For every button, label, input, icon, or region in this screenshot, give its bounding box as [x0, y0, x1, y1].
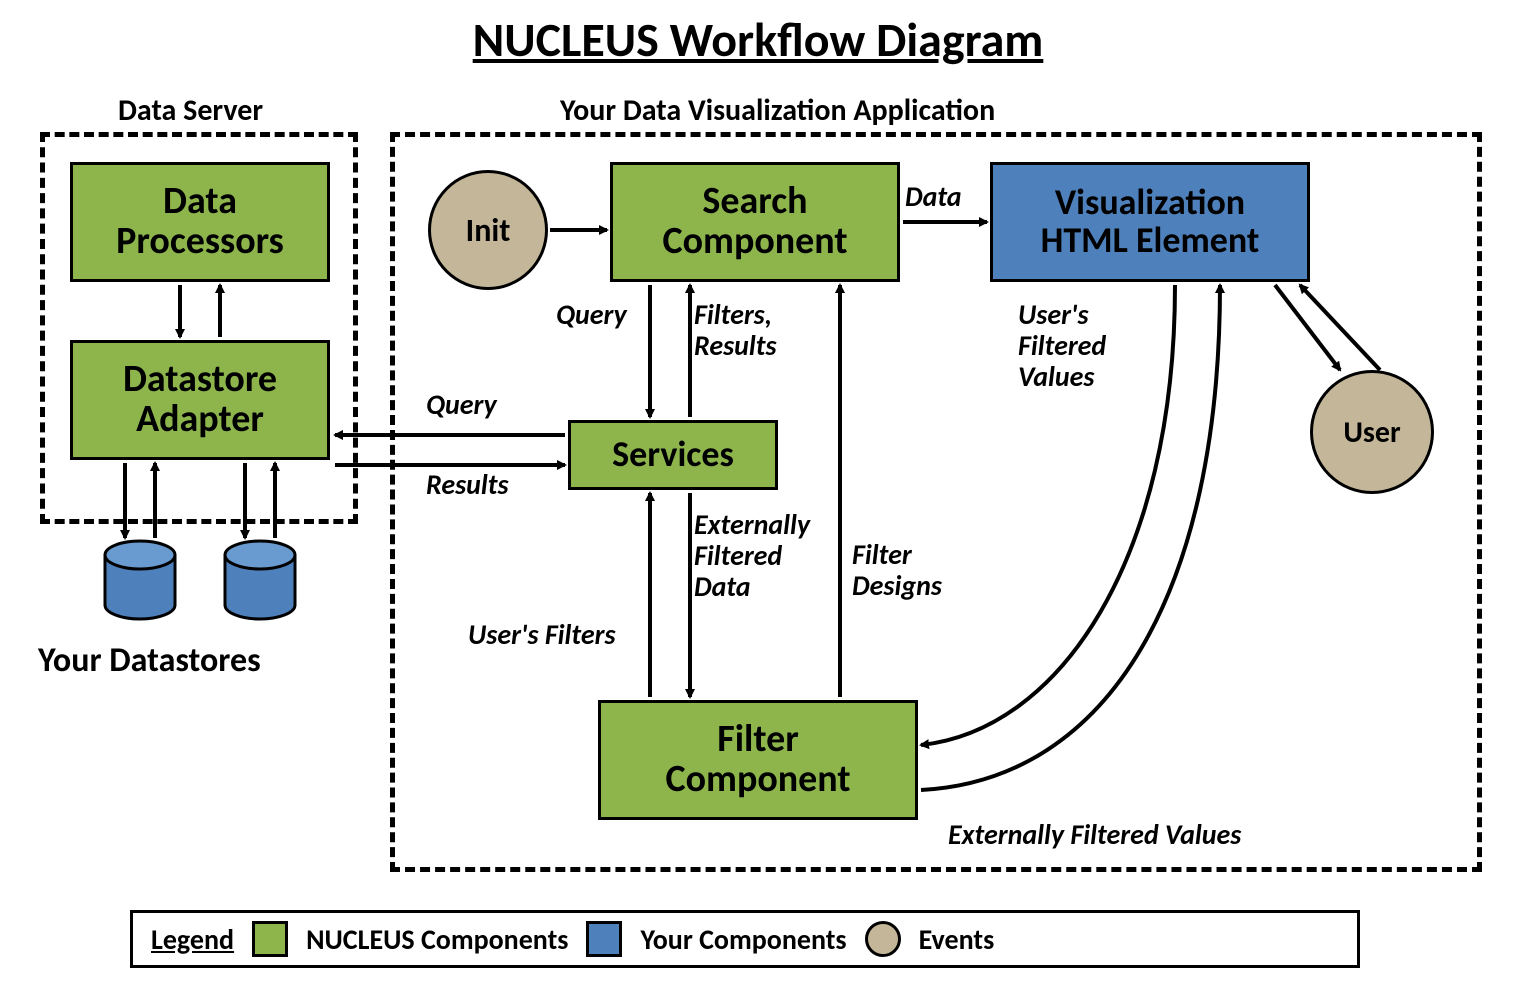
- legend-nucleus-label: NUCLEUS Components: [306, 922, 568, 957]
- label-filter-designs: Filter Designs: [852, 540, 942, 602]
- label-ext-filtered-data: Externally Filtered Data: [694, 510, 810, 602]
- label-query2: Query: [426, 390, 497, 421]
- label-filters-results: Filters, Results: [694, 300, 777, 362]
- legend-swatch-blue: [586, 921, 622, 957]
- label-users-filtered-values: User's Filtered Values: [1018, 300, 1106, 392]
- box-filter-component: Filter Component: [598, 700, 918, 820]
- label-data: Data: [905, 182, 962, 213]
- cylinder-2: [225, 541, 295, 619]
- box-search-component-label: Search Component: [662, 182, 847, 262]
- box-data-processors-label: Data Processors: [116, 182, 284, 262]
- circle-user: User: [1310, 370, 1434, 494]
- group-box-viz-app: [390, 132, 1482, 872]
- box-viz-element: Visualization HTML Element: [990, 162, 1310, 282]
- box-datastore-adapter: Datastore Adapter: [70, 340, 330, 460]
- label-ext-filtered-values: Externally Filtered Values: [948, 820, 1241, 851]
- diagram-title: NUCLEUS Workflow Diagram: [0, 10, 1516, 69]
- legend-title: Legend: [151, 922, 234, 957]
- legend-events-label: Events: [919, 922, 995, 957]
- box-filter-component-label: Filter Component: [665, 720, 850, 800]
- cylinder-1: [105, 541, 175, 619]
- label-users-filters: User's Filters: [468, 620, 616, 651]
- label-query1: Query: [556, 300, 627, 331]
- box-viz-element-label: Visualization HTML Element: [1041, 184, 1260, 260]
- box-data-processors: Data Processors: [70, 162, 330, 282]
- legend-yours-label: Your Components: [640, 922, 846, 957]
- circle-init-label: Init: [466, 211, 511, 250]
- datastores-label: Your Datastores: [38, 640, 261, 681]
- box-services-label: Services: [612, 436, 734, 474]
- legend-swatch-circle: [865, 921, 901, 957]
- box-search-component: Search Component: [610, 162, 900, 282]
- circle-init: Init: [428, 170, 548, 290]
- circle-user-label: User: [1343, 414, 1400, 451]
- group-label-viz-app: Your Data Visualization Application: [560, 92, 995, 129]
- legend: Legend NUCLEUS Components Your Component…: [130, 910, 1360, 968]
- box-datastore-adapter-label: Datastore Adapter: [123, 360, 277, 440]
- box-services: Services: [568, 420, 778, 490]
- legend-swatch-green: [252, 921, 288, 957]
- label-results: Results: [426, 470, 509, 501]
- group-label-data-server: Data Server: [118, 92, 263, 129]
